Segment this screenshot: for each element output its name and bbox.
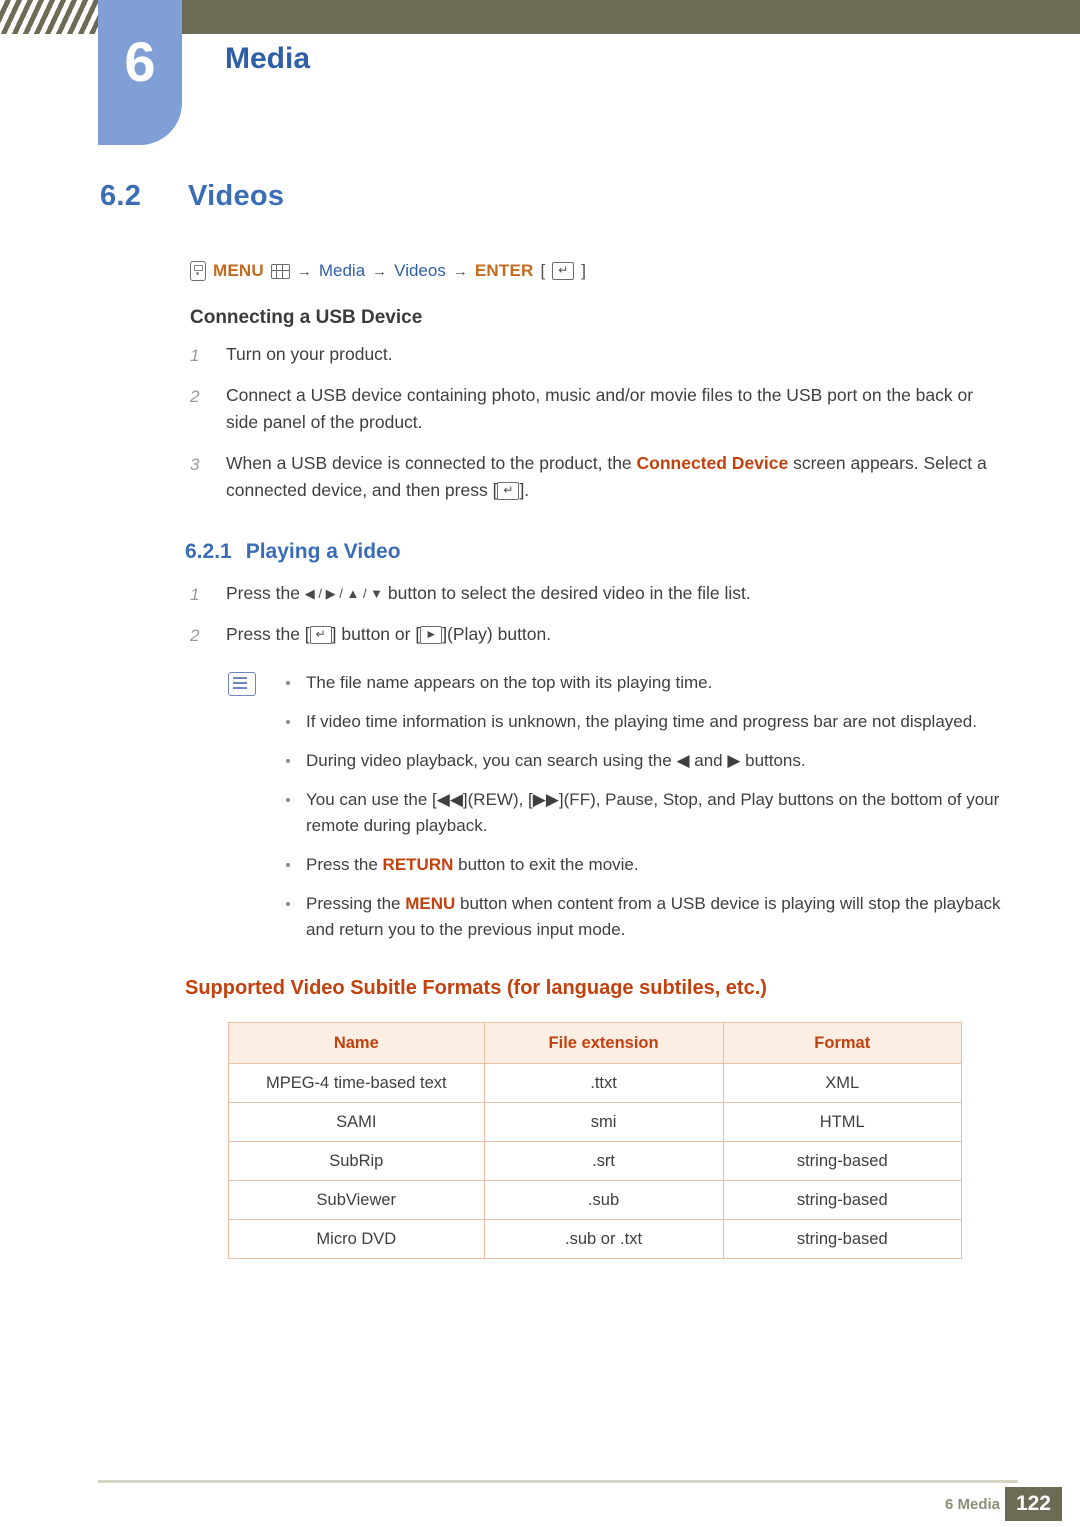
subsection-heading: 6.2.1 Playing a Video — [185, 540, 1080, 564]
usb-step-2: 2 Connect a USB device containing photo,… — [190, 382, 1000, 436]
usb-step-3-text-before: When a USB device is connected to the pr… — [226, 453, 637, 473]
direction-buttons-icon: ◀ / ▶ / ▲ / ▼ — [304, 586, 384, 601]
playing-step-2-mid: ] button or [ — [331, 624, 421, 644]
menu-path-item-videos: Videos — [394, 261, 446, 280]
playing-step-2-before: Press the [ — [226, 624, 310, 644]
enter-icon: ↵ — [552, 262, 575, 280]
note-item: Pressing the MENU button when content fr… — [280, 891, 1005, 943]
note-item: During video playback, you can search us… — [280, 748, 1005, 774]
usb-step-3-text-end: ]. — [519, 480, 530, 500]
note-item: You can use the [◀◀](REW), [▶▶](FF), Pau… — [280, 787, 1005, 839]
enter-icon-step3: ↵ — [497, 482, 520, 501]
grid-icon — [270, 263, 290, 279]
playing-step-1: 1 Press the ◀ / ▶ / ▲ / ▼ button to sele… — [190, 580, 1000, 607]
cell-extension: .sub or .txt — [483, 1219, 724, 1259]
cell-format: XML — [722, 1063, 962, 1103]
usb-step-1-text: Turn on your product. — [226, 344, 393, 364]
playing-step-2-after: ](Play) button. — [442, 624, 552, 644]
footer-divider — [98, 1480, 1018, 1483]
playing-steps-list: 1 Press the ◀ / ▶ / ▲ / ▼ button to sele… — [190, 580, 1000, 648]
table-header-row: Name File extension Format — [228, 1022, 962, 1064]
usb-step-1: 1 Turn on your product. — [190, 341, 1000, 368]
section-heading: 6.2 Videos — [100, 180, 1080, 213]
table-row: MPEG-4 time-based text .ttxt XML — [228, 1063, 962, 1103]
playing-step-2-number: 2 — [190, 626, 200, 645]
notes-list: The file name appears on the top with it… — [280, 670, 1005, 943]
menu-path-item-media: Media — [318, 261, 366, 280]
cell-format: string-based — [722, 1180, 962, 1220]
note-item: If video time information is unknown, th… — [280, 709, 1005, 735]
menu-path-enter-label: ENTER — [474, 261, 534, 280]
playing-step-1-number: 1 — [190, 585, 200, 604]
table-row: SAMI smi HTML — [228, 1102, 962, 1142]
bracket-close: ] — [581, 261, 586, 280]
cell-name: SAMI — [228, 1102, 485, 1142]
usb-step-1-number: 1 — [190, 346, 200, 365]
usb-step-3: 3 When a USB device is connected to the … — [190, 450, 1000, 504]
note-keyword: RETURN — [382, 855, 454, 874]
footer-label: 6 Media — [944, 1496, 1000, 1513]
enter-icon-play-step: ↵ — [309, 626, 332, 645]
menu-path-menu-label: MENU — [213, 261, 264, 280]
subsection-number: 6.2.1 — [185, 540, 232, 563]
cell-extension: .srt — [483, 1141, 724, 1181]
table-row: SubViewer .sub string-based — [228, 1180, 962, 1220]
menu-path-arrow-2: → — [372, 262, 388, 280]
header-hatch-pattern — [0, 0, 98, 34]
cell-format: HTML — [722, 1102, 962, 1142]
usb-step-3-number: 3 — [190, 455, 200, 474]
chapter-number: 6 — [124, 30, 156, 93]
bracket-open: [ — [540, 261, 546, 280]
cell-format: string-based — [722, 1219, 962, 1259]
usb-step-3-highlight: Connected Device — [636, 453, 789, 473]
cell-name: MPEG-4 time-based text — [228, 1063, 485, 1103]
play-icon: ► — [420, 626, 443, 645]
column-header-name: Name — [228, 1022, 485, 1064]
subtitle-table-heading: Supported Video Subitle Formats (for lan… — [185, 977, 767, 999]
playing-step-2: 2 Press the [↵] button or [►](Play) butt… — [190, 621, 1000, 648]
usb-step-2-text: Connect a USB device containing photo, m… — [226, 385, 974, 432]
menu-path: MENU → Media → Videos → ENTER [ ↵ ] — [190, 261, 990, 281]
playing-step-1-after: button to select the desired video in th… — [383, 583, 751, 603]
cell-name: SubViewer — [228, 1180, 485, 1220]
chapter-title: Media — [225, 42, 311, 75]
cell-extension: .sub — [483, 1180, 724, 1220]
page-number: 122 — [1004, 1487, 1062, 1521]
table-row: SubRip .srt string-based — [228, 1141, 962, 1181]
cell-extension: smi — [483, 1102, 724, 1142]
cell-name: SubRip — [228, 1141, 485, 1181]
cell-name: Micro DVD — [228, 1219, 485, 1259]
remote-icon — [190, 261, 206, 281]
table-row: Micro DVD .sub or .txt string-based — [228, 1219, 962, 1259]
menu-path-arrow-1: → — [296, 262, 312, 280]
note-icon — [228, 672, 256, 696]
cell-format: string-based — [722, 1141, 962, 1181]
menu-path-box: MENU → Media → Videos → ENTER [ ↵ ] — [190, 261, 990, 281]
subtitle-formats-table: Name File extension Format MPEG-4 time-b… — [228, 1022, 962, 1259]
playing-step-1-before: Press the — [226, 583, 305, 603]
usb-steps-list: 1 Turn on your product. 2 Connect a USB … — [190, 341, 1000, 504]
note-item: Press the RETURN button to exit the movi… — [280, 852, 1005, 878]
note-keyword: MENU — [405, 894, 456, 913]
note-item: The file name appears on the top with it… — [280, 670, 1005, 696]
subsection-title: Playing a Video — [245, 540, 401, 563]
section-title: Videos — [188, 180, 285, 212]
cell-extension: .ttxt — [483, 1063, 724, 1103]
notes-block: The file name appears on the top with it… — [190, 670, 1010, 943]
column-header-file-extension: File extension — [483, 1022, 724, 1064]
menu-path-arrow-3: → — [452, 262, 468, 280]
section-number: 6.2 — [100, 180, 142, 212]
usb-step-2-number: 2 — [190, 387, 200, 406]
column-header-format: Format — [722, 1022, 962, 1064]
usb-heading: Connecting a USB Device — [190, 307, 423, 328]
page-content: 6.2 Videos MENU → Media → Videos → ENTER … — [0, 180, 1080, 1259]
